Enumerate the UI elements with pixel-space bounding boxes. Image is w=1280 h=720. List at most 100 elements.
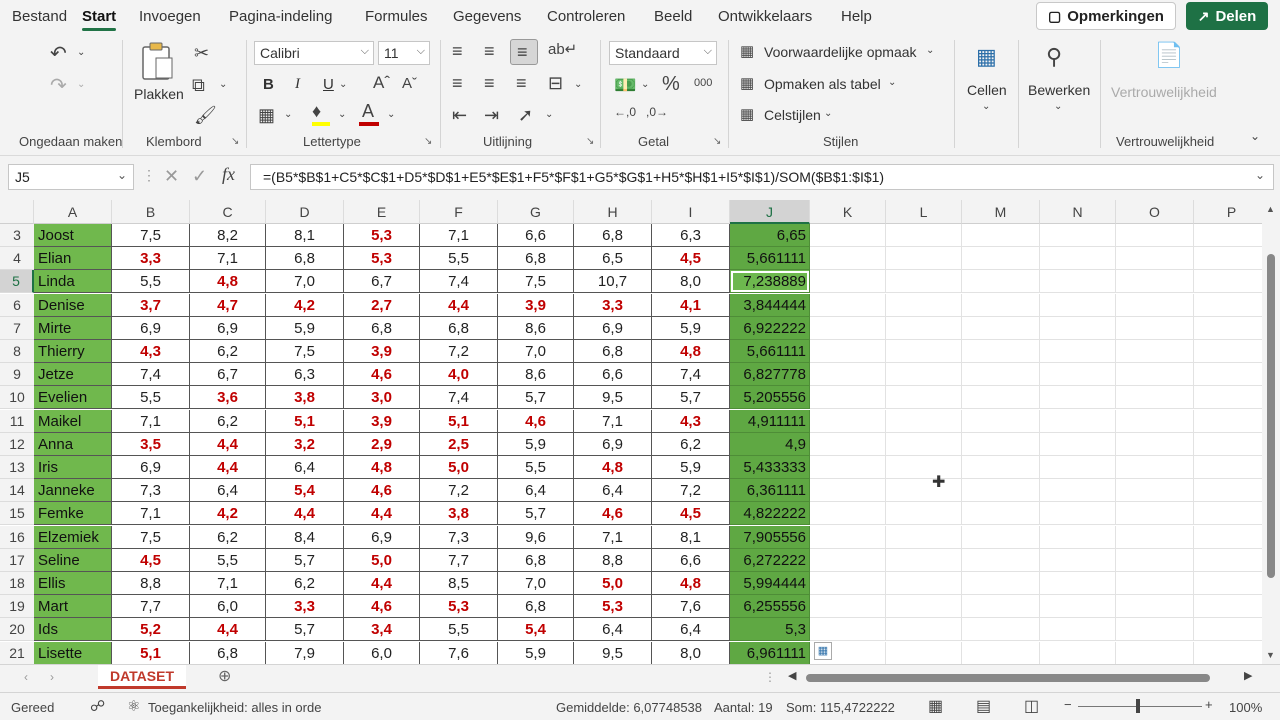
grade-cell[interactable]: 7,1 <box>190 572 266 595</box>
grade-cell[interactable]: 6,4 <box>574 479 652 503</box>
tab-file[interactable]: Bestand <box>12 8 67 25</box>
grade-cell[interactable]: 4,4 <box>190 432 266 456</box>
grade-cell[interactable]: 5,5 <box>112 386 190 410</box>
grade-cell[interactable]: 4,8 <box>652 340 730 363</box>
wrap-orientation-icon[interactable]: ab↵ <box>548 42 577 57</box>
align-left-icon[interactable]: ≡ <box>452 74 463 92</box>
number-format-dropdown[interactable]: Standaard ⌵ <box>609 41 717 65</box>
grade-cell[interactable]: 3,7 <box>112 293 190 317</box>
grade-cell[interactable]: 6,4 <box>190 479 266 503</box>
row-header[interactable]: 10 <box>0 386 34 410</box>
borders-icon[interactable]: ▦ <box>258 106 275 124</box>
font-size-dropdown[interactable]: 11 ⌵ <box>378 41 430 65</box>
add-sheet-icon[interactable]: ⊕ <box>218 669 231 685</box>
empty-cell[interactable] <box>962 316 1040 340</box>
chevron-down-icon[interactable]: ⌄ <box>574 80 582 90</box>
name-cell[interactable]: Seline <box>34 548 112 572</box>
zoom-in-icon[interactable]: + <box>1205 697 1213 712</box>
empty-cell[interactable] <box>1040 247 1116 271</box>
merge-cells-icon[interactable]: ⊟ <box>548 74 563 92</box>
tab-view[interactable]: Beeld <box>654 8 692 25</box>
empty-cell[interactable] <box>962 618 1040 642</box>
grade-cell[interactable]: 9,5 <box>574 386 652 410</box>
format-painter-icon[interactable]: 🖌 <box>194 106 217 124</box>
chevron-down-icon[interactable]: ⌄ <box>339 80 347 90</box>
grade-cell[interactable]: 5,1 <box>112 641 190 664</box>
empty-cell[interactable] <box>1040 479 1116 503</box>
align-bottom-button[interactable]: ≡ <box>510 39 538 65</box>
grade-cell[interactable]: 7,0 <box>266 270 344 294</box>
empty-cell[interactable] <box>1116 247 1194 271</box>
empty-cell[interactable] <box>1116 293 1194 317</box>
empty-cell[interactable] <box>810 363 886 387</box>
grade-cell[interactable]: 7,7 <box>112 595 190 619</box>
average-cell[interactable]: 5,661111 <box>730 247 810 271</box>
grade-cell[interactable]: 5,4 <box>498 618 574 642</box>
empty-cell[interactable] <box>810 548 886 572</box>
grade-cell[interactable]: 3,8 <box>420 502 498 526</box>
align-right-icon[interactable]: ≡ <box>516 74 527 92</box>
quick-analysis-icon[interactable]: ▦ <box>814 642 832 660</box>
grade-cell[interactable]: 2,7 <box>344 293 420 317</box>
average-cell[interactable]: 3,844444 <box>730 293 810 317</box>
grade-cell[interactable]: 8,5 <box>420 572 498 595</box>
row-header[interactable]: 6 <box>0 293 34 317</box>
zoom-out-icon[interactable]: − <box>1064 697 1072 712</box>
empty-cell[interactable] <box>1194 410 1262 433</box>
empty-cell[interactable] <box>1116 595 1194 619</box>
grade-cell[interactable]: 4,6 <box>344 363 420 387</box>
empty-cell[interactable] <box>886 293 962 317</box>
empty-cell[interactable] <box>1116 525 1194 549</box>
average-cell[interactable]: 6,65 <box>730 224 810 247</box>
empty-cell[interactable] <box>886 479 962 503</box>
grade-cell[interactable]: 4,4 <box>266 502 344 526</box>
empty-cell[interactable] <box>810 340 886 363</box>
empty-cell[interactable] <box>1116 340 1194 363</box>
average-cell[interactable]: 6,361111 <box>730 479 810 503</box>
grade-cell[interactable]: 6,8 <box>498 247 574 271</box>
grade-cell[interactable]: 5,9 <box>498 432 574 456</box>
grade-cell[interactable]: 6,4 <box>574 618 652 642</box>
row-header[interactable]: 18 <box>0 572 34 595</box>
name-cell[interactable]: Maikel <box>34 409 112 433</box>
grade-cell[interactable]: 4,5 <box>652 247 730 271</box>
align-top-icon[interactable]: ≡ <box>452 42 463 60</box>
empty-cell[interactable] <box>1040 641 1116 664</box>
grade-cell[interactable]: 3,9 <box>498 293 574 317</box>
grade-cell[interactable]: 7,5 <box>266 340 344 363</box>
row-header[interactable]: 11 <box>0 409 34 433</box>
grade-cell[interactable]: 4,8 <box>652 572 730 595</box>
empty-cell[interactable] <box>1194 618 1262 642</box>
format-as-table-button[interactable]: ▦ Opmaken als tabel ⌄ <box>740 74 910 96</box>
empty-cell[interactable] <box>1194 340 1262 363</box>
average-cell[interactable]: 6,272222 <box>730 548 810 572</box>
grade-cell[interactable]: 4,6 <box>344 479 420 503</box>
next-sheet-icon[interactable]: › <box>50 671 54 683</box>
empty-cell[interactable] <box>886 247 962 271</box>
empty-cell[interactable] <box>1194 456 1262 479</box>
empty-cell[interactable] <box>1116 432 1194 456</box>
zoom-slider-thumb[interactable] <box>1136 699 1140 713</box>
empty-cell[interactable] <box>810 618 886 642</box>
grade-cell[interactable]: 6,8 <box>344 316 420 340</box>
empty-cell[interactable] <box>1040 224 1116 247</box>
empty-cell[interactable] <box>962 386 1040 410</box>
name-cell[interactable]: Joost <box>34 224 112 247</box>
grade-cell[interactable]: 4,3 <box>112 340 190 363</box>
empty-cell[interactable] <box>810 270 886 294</box>
grade-cell[interactable]: 6,4 <box>498 479 574 503</box>
grade-cell[interactable]: 6,2 <box>652 432 730 456</box>
grade-cell[interactable]: 5,7 <box>498 386 574 410</box>
empty-cell[interactable] <box>1040 456 1116 479</box>
empty-cell[interactable] <box>962 340 1040 363</box>
chevron-down-icon[interactable]: ⌄ <box>284 110 292 120</box>
grade-cell[interactable]: 5,9 <box>652 316 730 340</box>
grade-cell[interactable]: 7,3 <box>420 525 498 549</box>
cells-button[interactable]: ▦ Cellen ⌄ <box>962 44 1012 124</box>
scroll-left-icon[interactable]: ◀ <box>788 671 796 682</box>
grade-cell[interactable]: 5,5 <box>420 247 498 271</box>
empty-cell[interactable] <box>1040 618 1116 642</box>
vertical-scrollbar[interactable]: ▲ ▼ <box>1262 200 1280 664</box>
grade-cell[interactable]: 6,4 <box>652 618 730 642</box>
grade-cell[interactable]: 4,6 <box>574 502 652 526</box>
